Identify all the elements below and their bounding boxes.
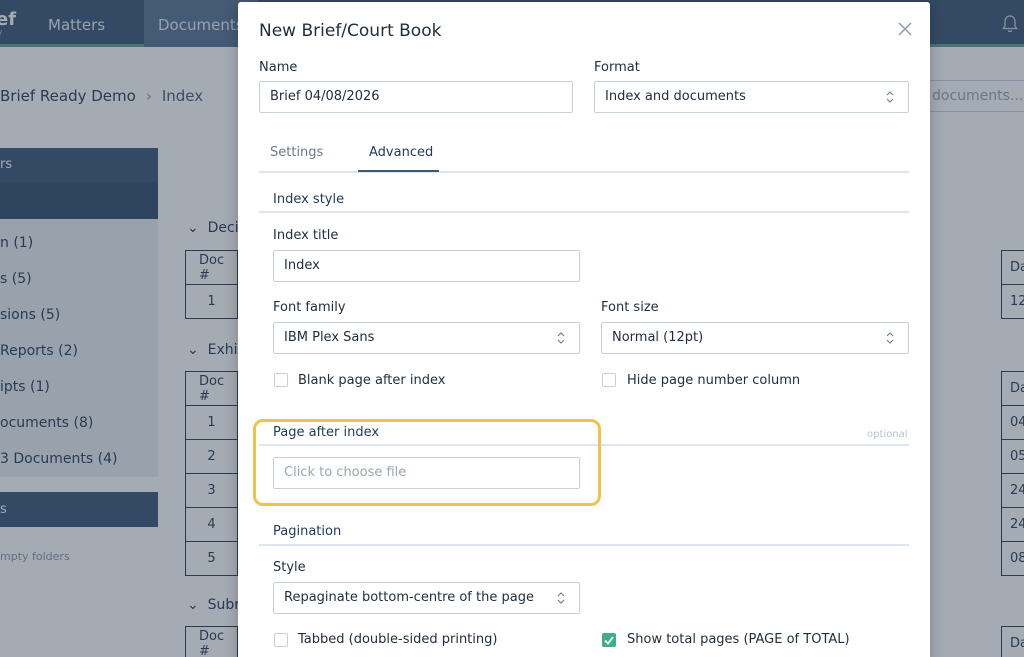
tab-advanced[interactable]: Advanced — [369, 145, 433, 160]
active-tab-indicator — [358, 170, 439, 172]
index-title-input[interactable]: Index — [273, 250, 580, 282]
format-select[interactable]: Index and documents — [594, 81, 909, 113]
font-size-label: Font size — [601, 300, 659, 315]
name-label: Name — [259, 60, 298, 75]
font-size-select[interactable]: Normal (12pt) — [601, 322, 909, 354]
chevron-updown-icon — [886, 91, 894, 103]
optional-tag: optional — [867, 429, 908, 440]
show-total-pages-checkbox[interactable] — [602, 633, 616, 647]
blank-page-checkbox[interactable] — [274, 373, 288, 387]
new-brief-modal: New Brief/Court Book Name Brief 04/08/20… — [238, 2, 930, 657]
font-size-value: Normal (12pt) — [612, 330, 704, 345]
blank-page-label[interactable]: Blank page after index — [298, 373, 445, 388]
hide-page-number-label[interactable]: Hide page number column — [627, 373, 800, 388]
font-family-value: IBM Plex Sans — [284, 330, 375, 345]
section-divider — [259, 544, 909, 546]
font-family-label: Font family — [273, 300, 346, 315]
close-icon[interactable] — [896, 20, 914, 38]
show-total-pages-label[interactable]: Show total pages (PAGE of TOTAL) — [627, 632, 850, 647]
highlight-box — [253, 419, 601, 506]
tabs-divider — [259, 171, 909, 173]
tabbed-label[interactable]: Tabbed (double-sided printing) — [298, 632, 497, 647]
index-title-label: Index title — [273, 228, 339, 243]
name-input[interactable]: Brief 04/08/2026 — [259, 81, 573, 113]
pagination-style-value: Repaginate bottom-centre of the page — [284, 590, 534, 605]
index-style-heading: Index style — [273, 192, 345, 207]
pagination-style-label: Style — [273, 560, 306, 575]
chevron-updown-icon — [557, 332, 565, 344]
chevron-updown-icon — [557, 592, 565, 604]
checkmark-icon — [604, 636, 614, 645]
pagination-style-select[interactable]: Repaginate bottom-centre of the page — [273, 582, 580, 614]
hide-page-number-checkbox[interactable] — [602, 373, 616, 387]
tabbed-checkbox[interactable] — [274, 633, 288, 647]
modal-title: New Brief/Court Book — [259, 21, 442, 41]
format-label: Format — [594, 60, 640, 75]
font-family-select[interactable]: IBM Plex Sans — [273, 322, 580, 354]
chevron-updown-icon — [886, 332, 894, 344]
format-select-value: Index and documents — [605, 89, 746, 104]
tab-settings[interactable]: Settings — [270, 145, 323, 160]
pagination-heading: Pagination — [273, 524, 342, 539]
section-divider — [259, 211, 909, 213]
